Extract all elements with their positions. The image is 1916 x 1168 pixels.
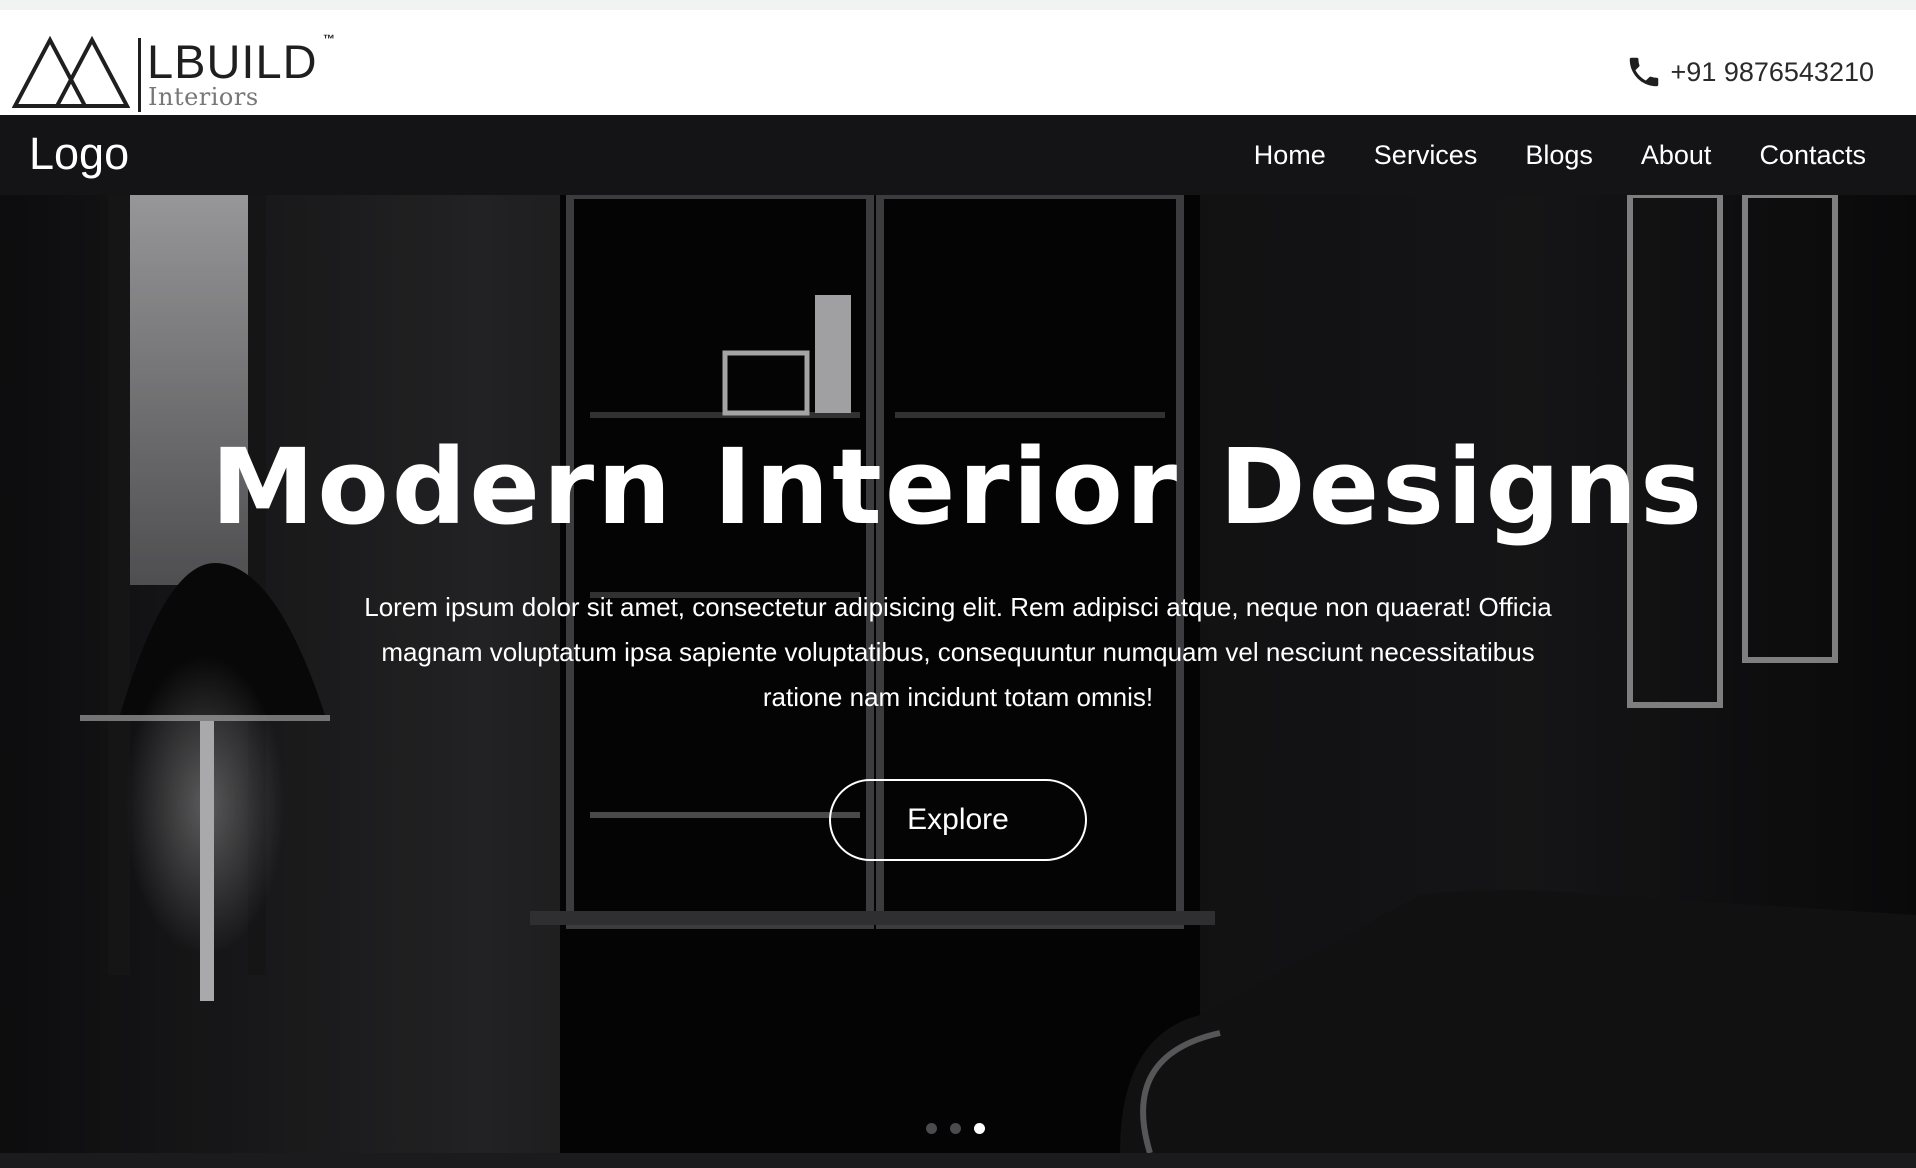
nav-link-home[interactable]: Home bbox=[1254, 139, 1326, 171]
brand-bar: LBUILD ™ Interiors +91 9876543210 bbox=[0, 10, 1916, 115]
bottom-strip bbox=[0, 1153, 1916, 1168]
brand-divider bbox=[138, 38, 141, 112]
nav-link-contacts[interactable]: Contacts bbox=[1759, 139, 1866, 171]
main-navbar: Logo Home Services Blogs About Contacts bbox=[0, 115, 1916, 195]
nav-link-blogs[interactable]: Blogs bbox=[1525, 139, 1593, 171]
slider-dot-2[interactable] bbox=[950, 1123, 961, 1134]
slider-dot-1[interactable] bbox=[926, 1123, 937, 1134]
triangle-mountains-icon bbox=[12, 35, 130, 108]
trademark-symbol: ™ bbox=[323, 32, 335, 46]
phone-number: +91 9876543210 bbox=[1670, 56, 1874, 87]
nav-link-services[interactable]: Services bbox=[1374, 139, 1478, 171]
explore-button[interactable]: Explore bbox=[829, 779, 1087, 861]
brand-subtitle: Interiors bbox=[148, 83, 259, 111]
brand-name: LBUILD bbox=[147, 35, 318, 88]
hero-slider: Modern Interior Designs Lorem ipsum dolo… bbox=[0, 195, 1916, 1153]
hero-title: Modern Interior Designs bbox=[210, 426, 1706, 548]
nav-logo[interactable]: Logo bbox=[29, 129, 129, 179]
phone-contact[interactable]: +91 9876543210 bbox=[1625, 53, 1874, 91]
hero-description: Lorem ipsum dolor sit amet, consectetur … bbox=[364, 592, 1552, 712]
top-strip bbox=[0, 0, 1916, 10]
phone-icon bbox=[1629, 57, 1658, 87]
slider-dot-3[interactable] bbox=[974, 1123, 985, 1134]
nav-link-about[interactable]: About bbox=[1641, 139, 1712, 171]
nav-links: Home Services Blogs About Contacts bbox=[1254, 139, 1866, 171]
slider-dots bbox=[926, 1123, 985, 1134]
brand-logo[interactable]: LBUILD ™ Interiors bbox=[12, 26, 342, 112]
